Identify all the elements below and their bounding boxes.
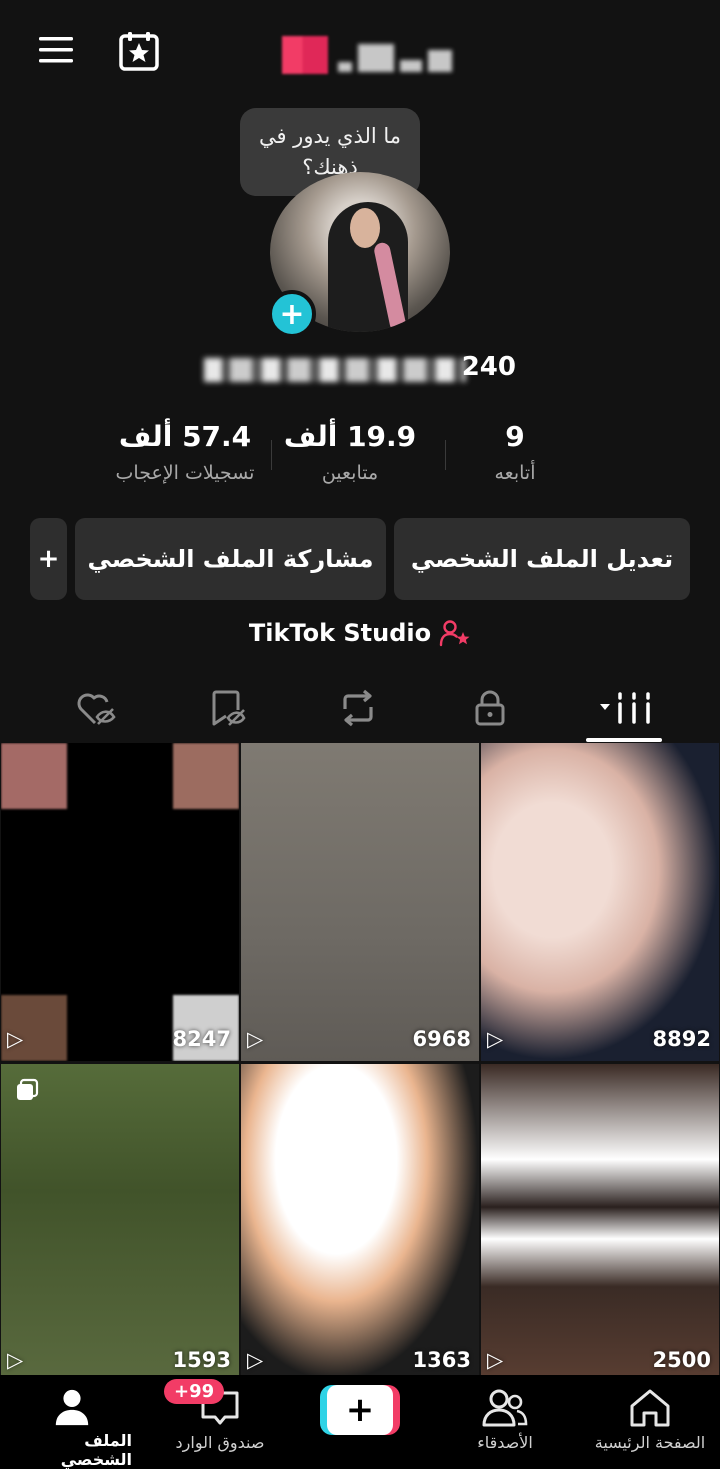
view-count: 8892 (652, 1027, 711, 1051)
video-tile[interactable]: ▷ 8247 (1, 743, 239, 1061)
view-count: 1593 (172, 1348, 231, 1372)
followers-count: 19.9 ألف (283, 420, 417, 453)
blurred-account-name[interactable] (282, 36, 452, 76)
tab-videos[interactable] (586, 680, 666, 736)
likes-label: تسجيلات الإعجاب (115, 462, 255, 484)
following-label: أتابعه (494, 462, 536, 484)
bottom-navigation: الصفحة الرئيسية الأصدقاء + صندوق الوارد … (0, 1375, 720, 1469)
blurred-name (338, 36, 452, 72)
lock-icon (475, 690, 505, 726)
active-tab-indicator (586, 738, 662, 742)
profile-actions: تعديل الملف الشخصي مشاركة الملف الشخصي + (30, 518, 690, 600)
heart-hidden-icon (77, 693, 116, 725)
grid-bars-icon (600, 692, 650, 724)
tab-reposts[interactable] (318, 680, 398, 736)
person-star-icon (439, 620, 470, 647)
play-icon: ▷ (487, 1348, 504, 1372)
menu-button[interactable] (34, 30, 78, 70)
nav-friends[interactable]: الأصدقاء (450, 1375, 560, 1469)
divider (271, 440, 272, 470)
video-grid: ▷ 8247 ▷ 6968 ▷ 8892 ▷ 1593 ▷ 1363 ▷ 250… (0, 743, 720, 1382)
username: 240 (200, 352, 520, 386)
followers-stat[interactable]: 19.9 ألف متابعين (280, 418, 420, 484)
add-friends-button[interactable]: + (30, 518, 67, 600)
following-stat[interactable]: 9 أتابعه (460, 418, 570, 484)
tab-private[interactable] (450, 680, 530, 736)
blurred-username (204, 358, 466, 382)
hamburger-icon (39, 37, 73, 63)
view-count: 6968 (412, 1027, 471, 1051)
view-count: 2500 (652, 1348, 711, 1372)
profile-stats: 9 أتابعه 19.9 ألف متابعين 57.4 ألف تسجيل… (100, 418, 580, 498)
share-profile-button[interactable]: مشاركة الملف الشخصي (75, 518, 386, 600)
video-tile[interactable]: ▷ 1593 (1, 1064, 239, 1382)
edit-profile-button[interactable]: تعديل الملف الشخصي (394, 518, 690, 600)
nav-home[interactable]: الصفحة الرئيسية (590, 1375, 710, 1469)
multi-photo-icon (17, 1078, 39, 1100)
nav-profile-label: الملف الشخصي (60, 1431, 132, 1469)
video-tile[interactable]: ▷ 8892 (481, 743, 719, 1061)
thought-bubble-text: ما الذي يدور في ذهنك؟ (258, 124, 402, 179)
nav-inbox-label: صندوق الوارد (175, 1433, 265, 1452)
following-count: 9 (505, 420, 525, 453)
likes-count: 57.4 ألف (118, 420, 252, 453)
repost-icon (343, 689, 373, 727)
video-tile[interactable]: ▷ 6968 (241, 743, 479, 1061)
divider (445, 440, 446, 470)
play-icon: ▷ (247, 1348, 264, 1372)
calendar-star-icon (119, 32, 159, 71)
tiktok-studio-link[interactable]: TikTok Studio (0, 616, 720, 650)
nav-create[interactable]: + (318, 1375, 402, 1469)
tab-liked[interactable] (56, 680, 136, 736)
play-icon: ▷ (7, 1027, 24, 1051)
home-icon (630, 1389, 670, 1427)
inbox-badge: +99 (164, 1379, 225, 1404)
create-button[interactable]: + (320, 1385, 400, 1435)
tab-favorites[interactable] (188, 680, 268, 736)
play-icon: ▷ (487, 1027, 504, 1051)
add-story-button[interactable]: + (268, 290, 316, 338)
profile-icon (55, 1389, 89, 1426)
username-suffix: 240 (461, 352, 516, 382)
nav-home-label: الصفحة الرئيسية (594, 1433, 706, 1452)
view-count: 8247 (172, 1027, 231, 1051)
play-icon: ▷ (7, 1348, 24, 1372)
view-count: 1363 (412, 1348, 471, 1372)
tiktok-studio-label: TikTok Studio (248, 619, 432, 647)
calendar-button[interactable] (114, 26, 164, 76)
friends-icon (482, 1389, 528, 1427)
followers-label: متابعين (321, 462, 379, 484)
likes-stat[interactable]: 57.4 ألف تسجيلات الإعجاب (100, 418, 270, 484)
video-tile[interactable]: ▷ 1363 (241, 1064, 479, 1382)
plus-icon: + (345, 1390, 375, 1430)
top-bar (0, 0, 720, 100)
blurred-logo (282, 36, 328, 74)
nav-friends-label: الأصدقاء (477, 1433, 533, 1452)
nav-inbox[interactable]: صندوق الوارد +99 (160, 1375, 280, 1469)
video-tile[interactable]: ▷ 2500 (481, 1064, 719, 1382)
nav-profile[interactable]: الملف الشخصي (12, 1375, 132, 1469)
content-tabs (0, 680, 720, 742)
play-icon: ▷ (247, 1027, 264, 1051)
plus-icon: + (279, 296, 305, 332)
bookmark-hidden-icon (212, 690, 246, 726)
